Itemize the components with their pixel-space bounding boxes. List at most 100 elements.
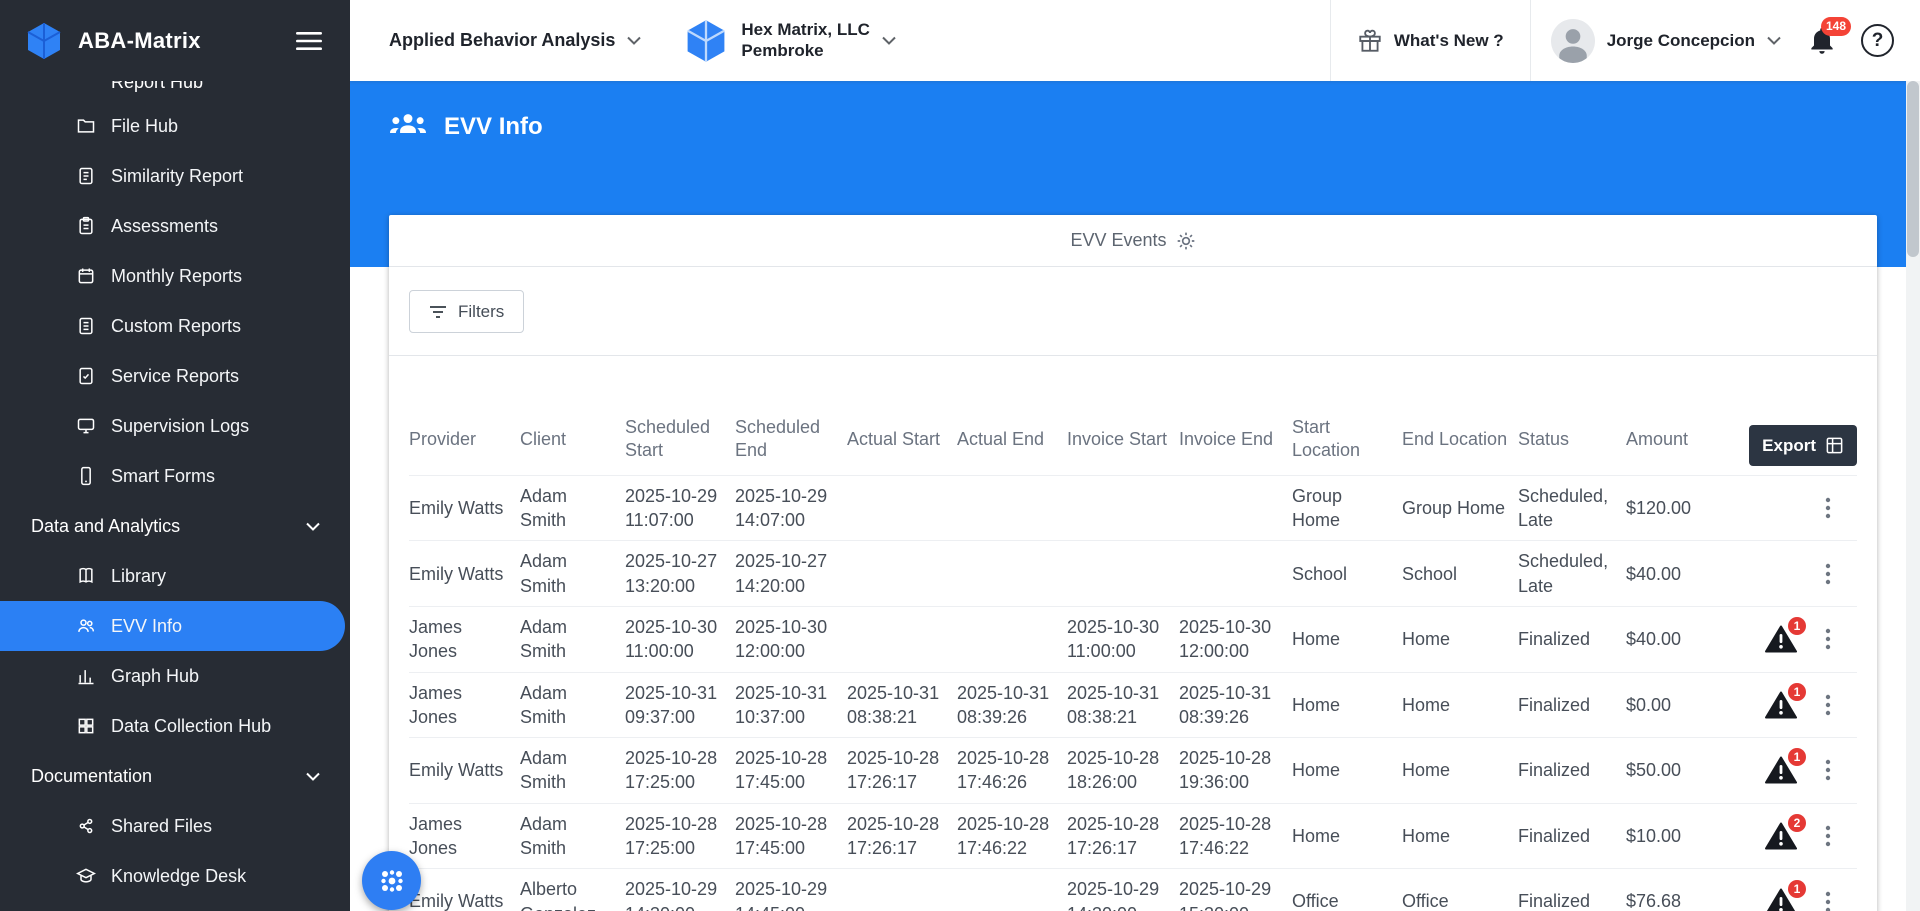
user-name: Jorge Concepcion xyxy=(1606,30,1755,50)
kebab-menu-icon[interactable] xyxy=(1817,692,1839,718)
chat-widget-button[interactable] xyxy=(362,851,421,910)
evv-events-card: EVV Events Filters Export Provider Clien… xyxy=(389,215,1877,911)
sidebar-item-service-reports[interactable]: Service Reports xyxy=(0,351,350,401)
sidebar-item-graph-hub[interactable]: Graph Hub xyxy=(0,651,350,701)
table-row[interactable]: Emily Watts Adam Smith 2025-10-27 13:20:… xyxy=(409,540,1857,607)
cell-actual-end xyxy=(957,868,1067,911)
program-selector[interactable]: Applied Behavior Analysis xyxy=(389,30,642,51)
cell-client: Adam Smith xyxy=(520,802,625,869)
card-tab-bar[interactable]: EVV Events xyxy=(389,215,1877,267)
cell-start-location: Office xyxy=(1292,868,1402,911)
sidebar-item-supervision-logs[interactable]: Supervision Logs xyxy=(0,401,350,451)
sidebar-item-assessments[interactable]: Assessments xyxy=(0,201,350,251)
cell-invoice-start: 2025-10-28 17:26:17 xyxy=(1067,802,1179,869)
cell-amount: $120.00 xyxy=(1626,474,1765,541)
cell-alerts: 1 xyxy=(1765,605,1817,673)
hamburger-menu-icon[interactable] xyxy=(296,31,322,51)
cell-amount: $50.00 xyxy=(1626,737,1765,804)
cell-end-location: Home xyxy=(1402,802,1518,869)
sidebar-item-shared-files[interactable]: Shared Files xyxy=(0,801,350,851)
library-icon xyxy=(76,566,96,586)
sidebar-section-documentation[interactable]: Documentation xyxy=(0,751,350,801)
sidebar-item-label: Smart Forms xyxy=(111,465,216,486)
company-name: Hex Matrix, LLC xyxy=(741,20,870,40)
cell-scheduled-end: 2025-10-29 14:07:00 xyxy=(735,474,847,541)
kebab-menu-icon[interactable] xyxy=(1817,626,1839,652)
alert-warning-icon[interactable]: 1 xyxy=(1765,748,1806,784)
cell-scheduled-start: 2025-10-28 17:25:00 xyxy=(625,737,735,804)
col-header-start-location: Start Location xyxy=(1292,417,1361,461)
sidebar-item-report-hub-clipped[interactable]: Report Hub xyxy=(0,81,350,101)
cell-start-location: Home xyxy=(1292,605,1402,673)
sidebar-item-data-collection-hub[interactable]: Data Collection Hub xyxy=(0,701,350,751)
alert-count-badge: 2 xyxy=(1788,814,1806,833)
cell-provider: Emily Watts xyxy=(409,474,520,541)
cell-actual-start xyxy=(847,868,957,911)
company-selector[interactable]: Hex Matrix, LLC Pembroke xyxy=(683,18,896,64)
col-header-client: Client xyxy=(520,428,567,449)
alert-warning-icon[interactable]: 1 xyxy=(1765,879,1806,911)
chevron-down-icon xyxy=(882,36,896,45)
help-button[interactable]: ? xyxy=(1861,24,1894,57)
col-header-status: Status xyxy=(1518,428,1570,449)
alert-warning-icon[interactable]: 2 xyxy=(1765,814,1806,850)
sidebar-item-library[interactable]: Library xyxy=(0,551,350,601)
cell-actions xyxy=(1817,540,1857,607)
topbar-right: What's New ? Jorge Concepcion 148 ? xyxy=(1329,0,1894,81)
sidebar-item-knowledge-desk[interactable]: Knowledge Desk xyxy=(0,851,350,901)
table-row[interactable]: Emily Watts Adam Smith 2025-10-28 17:25:… xyxy=(409,737,1857,804)
cell-scheduled-start: 2025-10-29 14:30:00 xyxy=(625,868,735,911)
table-row[interactable]: James Jones Adam Smith 2025-10-30 11:00:… xyxy=(409,605,1857,673)
notifications-button[interactable]: 148 xyxy=(1807,16,1851,57)
table-row[interactable]: Emily Watts Adam Smith 2025-10-29 11:07:… xyxy=(409,474,1857,541)
sidebar-item-similarity-report[interactable]: Similarity Report xyxy=(0,151,350,201)
col-header-scheduled-start: Scheduled Start xyxy=(625,417,711,461)
sidebar-item-label: Assessments xyxy=(111,215,219,236)
app-root: ABA-Matrix Report Hub File Hub Similarit… xyxy=(0,0,1920,911)
kebab-menu-icon[interactable] xyxy=(1817,823,1839,849)
cell-scheduled-end: 2025-10-29 14:45:00 xyxy=(735,868,847,911)
cell-invoice-start xyxy=(1067,540,1179,607)
alert-warning-icon[interactable]: 1 xyxy=(1765,617,1806,653)
knowledge-desk-icon xyxy=(76,866,96,886)
cell-invoice-start: 2025-10-29 14:30:00 xyxy=(1067,868,1179,911)
scrollbar-thumb[interactable] xyxy=(1907,81,1919,257)
filters-button[interactable]: Filters xyxy=(409,290,525,333)
cell-provider: James Jones xyxy=(409,605,520,673)
file-hub-icon xyxy=(76,116,96,136)
sidebar-item-file-hub[interactable]: File Hub xyxy=(0,101,350,151)
kebab-menu-icon[interactable] xyxy=(1817,495,1839,521)
table-row[interactable]: Emily Watts Alberto Gonzalez 2025-10-29 … xyxy=(409,868,1857,911)
sidebar-item-monthly-reports[interactable]: Monthly Reports xyxy=(0,251,350,301)
gift-icon xyxy=(1357,28,1383,54)
cell-status: Finalized xyxy=(1518,868,1626,911)
cell-client: Adam Smith xyxy=(520,671,625,738)
table-row[interactable]: James Jones Adam Smith 2025-10-31 09:37:… xyxy=(409,671,1857,738)
cell-client: Adam Smith xyxy=(520,737,625,804)
sidebar-item-custom-reports[interactable]: Custom Reports xyxy=(0,301,350,351)
sidebar-item-smart-forms[interactable]: Smart Forms xyxy=(0,451,350,501)
alert-warning-icon[interactable]: 1 xyxy=(1765,682,1806,719)
sidebar-item-evv-info[interactable]: EVV Info xyxy=(0,601,345,651)
cell-actual-start xyxy=(847,474,957,541)
table-row[interactable]: James Jones Adam Smith 2025-10-28 17:25:… xyxy=(409,802,1857,869)
kebab-menu-icon[interactable] xyxy=(1817,889,1839,911)
page-scrollbar xyxy=(1906,81,1920,911)
whats-new-button[interactable]: What's New ? xyxy=(1331,0,1530,81)
alert-count-badge: 1 xyxy=(1788,748,1806,767)
cell-actual-end xyxy=(957,474,1067,541)
alert-count-badge: 1 xyxy=(1788,879,1806,898)
cell-provider: Emily Watts xyxy=(409,868,520,911)
cell-end-location: Home xyxy=(1402,737,1518,804)
cell-provider: Emily Watts xyxy=(409,540,520,607)
sidebar-section-data-and-analytics[interactable]: Data and Analytics xyxy=(0,501,350,551)
kebab-menu-icon[interactable] xyxy=(1817,757,1839,783)
cell-end-location: Group Home xyxy=(1402,474,1518,541)
kebab-menu-icon[interactable] xyxy=(1817,561,1839,587)
cell-status: Finalized xyxy=(1518,802,1626,869)
user-menu[interactable]: Jorge Concepcion xyxy=(1531,0,1797,81)
cell-invoice-end xyxy=(1179,474,1292,541)
export-csv-button[interactable]: Export xyxy=(1749,425,1857,466)
cell-actions xyxy=(1817,474,1857,541)
cell-end-location: Home xyxy=(1402,671,1518,738)
